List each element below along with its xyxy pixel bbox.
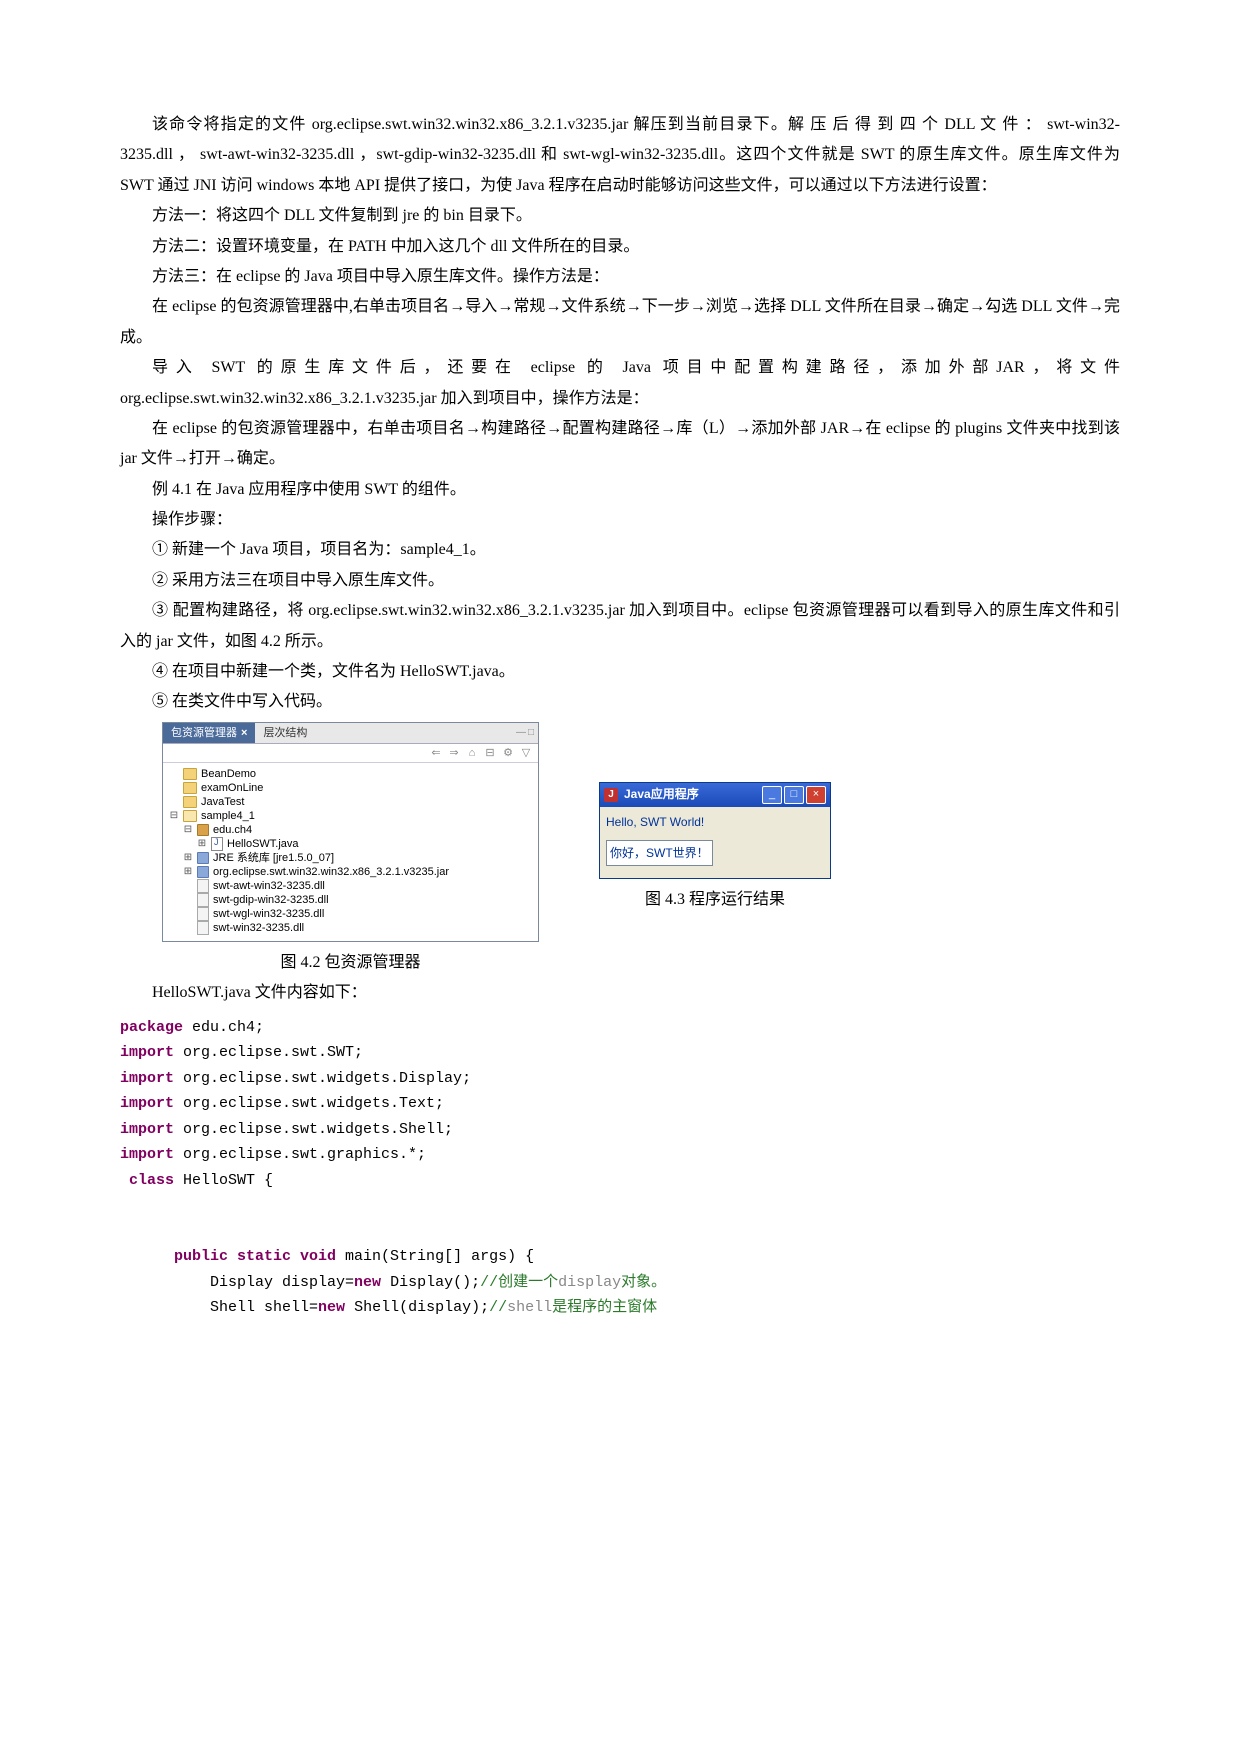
package-icon: [197, 824, 209, 836]
tree-item-javafile[interactable]: ⊞HelloSWT.java: [169, 837, 532, 851]
figures-row: 包资源管理器 × 层次结构 — □ ⇐ ⇒ ⌂ ⊟ ⚙ ▽: [120, 722, 1120, 978]
dll-icon: [197, 921, 209, 935]
panel-tabs: 包资源管理器 × 层次结构 — □: [163, 723, 538, 744]
window-body: Hello, SWT World! 你好，SWT世界！: [600, 807, 830, 879]
app-text-field[interactable]: 你好，SWT世界！: [606, 840, 713, 867]
tab-hierarchy[interactable]: 层次结构: [255, 724, 315, 742]
step-5: ⑤ 在类文件中写入代码。: [120, 687, 1120, 717]
step-1: ① 新建一个 Java 项目，项目名为：sample4_1。: [120, 535, 1120, 565]
link-icon[interactable]: ⌂: [466, 746, 478, 760]
code-block: package edu.ch4; import org.eclipse.swt.…: [120, 1015, 1120, 1321]
minimize-icon[interactable]: —: [516, 726, 526, 739]
collapse-icon[interactable]: ⊟: [484, 746, 496, 760]
paragraph: HelloSWT.java 文件内容如下：: [120, 978, 1120, 1008]
java-file-icon: [211, 837, 223, 851]
tree-item-dll[interactable]: swt-wgl-win32-3235.dll: [169, 907, 532, 921]
document-page: 该命令将指定的文件 org.eclipse.swt.win32.win32.x8…: [0, 0, 1240, 1753]
close-icon[interactable]: ×: [241, 726, 247, 740]
app-text-line: Hello, SWT World!: [606, 811, 824, 834]
paragraph: 在 eclipse 的包资源管理器中,右单击项目名→导入→常规→文件系统→下一步…: [120, 292, 1120, 353]
figure-package-explorer: 包资源管理器 × 层次结构 — □ ⇐ ⇒ ⌂ ⊟ ⚙ ▽: [162, 722, 539, 978]
step-4: ④ 在项目中新建一个类，文件名为 HelloSWT.java。: [120, 657, 1120, 687]
close-button[interactable]: ×: [806, 786, 826, 804]
tree-item-dll[interactable]: swt-win32-3235.dll: [169, 921, 532, 935]
tree-item-package[interactable]: ⊟edu.ch4: [169, 823, 532, 837]
step-2: ② 采用方法三在项目中导入原生库文件。: [120, 566, 1120, 596]
package-explorer-panel: 包资源管理器 × 层次结构 — □ ⇐ ⇒ ⌂ ⊟ ⚙ ▽: [162, 722, 539, 942]
figure-java-app: J Java应用程序 _ □ × Hello, SWT World! 你好，SW…: [599, 722, 831, 916]
maximize-button[interactable]: □: [784, 786, 804, 804]
folder-icon: [183, 796, 197, 808]
tab-package-explorer[interactable]: 包资源管理器 ×: [163, 723, 255, 743]
tree-item-jre[interactable]: ⊞JRE 系统库 [jre1.5.0_07]: [169, 851, 532, 865]
panel-toolbar: ⇐ ⇒ ⌂ ⊟ ⚙ ▽: [163, 744, 538, 763]
library-icon: [197, 852, 209, 864]
window-title: Java应用程序: [624, 783, 756, 806]
paragraph: 导入 SWT 的原生库文件后，还要在 eclipse 的 Java 项目中配置构…: [120, 353, 1120, 414]
folder-icon: [183, 768, 197, 780]
example-label: 例 4.1 在 Java 应用程序中使用 SWT 的组件。: [120, 475, 1120, 505]
paragraph: 在 eclipse 的包资源管理器中，右单击项目名→构建路径→配置构建路径→库（…: [120, 414, 1120, 475]
tree-item-javatest[interactable]: JavaTest: [169, 795, 532, 809]
maximize-icon[interactable]: □: [528, 726, 534, 739]
tree-item-examonline[interactable]: examOnLine: [169, 781, 532, 795]
dll-icon: [197, 893, 209, 907]
tree-item-dll[interactable]: swt-awt-win32-3235.dll: [169, 879, 532, 893]
folder-icon: [183, 782, 197, 794]
filter-icon[interactable]: ⚙: [502, 746, 514, 760]
method-1: 方法一：将这四个 DLL 文件复制到 jre 的 bin 目录下。: [120, 201, 1120, 231]
tree-item-dll[interactable]: swt-gdip-win32-3235.dll: [169, 893, 532, 907]
figure-caption: 图 4.3 程序运行结果: [599, 885, 831, 915]
window-titlebar[interactable]: J Java应用程序 _ □ ×: [600, 783, 830, 807]
folder-open-icon: [183, 810, 197, 822]
menu-icon[interactable]: ▽: [520, 746, 532, 760]
tree-item-sample4-1[interactable]: ⊟sample4_1: [169, 809, 532, 823]
tab-label: 包资源管理器: [171, 726, 237, 740]
paragraph: 该命令将指定的文件 org.eclipse.swt.win32.win32.x8…: [120, 110, 1120, 201]
minimize-button[interactable]: _: [762, 786, 782, 804]
dll-icon: [197, 907, 209, 921]
project-tree: BeanDemo examOnLine JavaTest ⊟sample4_1 …: [163, 763, 538, 941]
method-2: 方法二：设置环境变量，在 PATH 中加入这几个 dll 文件所在的目录。: [120, 232, 1120, 262]
steps-label: 操作步骤：: [120, 505, 1120, 535]
java-icon: J: [604, 788, 618, 802]
step-3: ③ 配置构建路径，将 org.eclipse.swt.win32.win32.x…: [120, 596, 1120, 657]
method-3: 方法三：在 eclipse 的 Java 项目中导入原生库文件。操作方法是：: [120, 262, 1120, 292]
tree-item-swtjar[interactable]: ⊞org.eclipse.swt.win32.win32.x86_3.2.1.v…: [169, 865, 532, 879]
forward-icon[interactable]: ⇒: [448, 746, 460, 760]
tree-item-beandemo[interactable]: BeanDemo: [169, 767, 532, 781]
back-icon[interactable]: ⇐: [430, 746, 442, 760]
jar-icon: [197, 866, 209, 878]
java-app-window: J Java应用程序 _ □ × Hello, SWT World! 你好，SW…: [599, 782, 831, 880]
figure-caption: 图 4.2 包资源管理器: [162, 948, 539, 978]
dll-icon: [197, 879, 209, 893]
